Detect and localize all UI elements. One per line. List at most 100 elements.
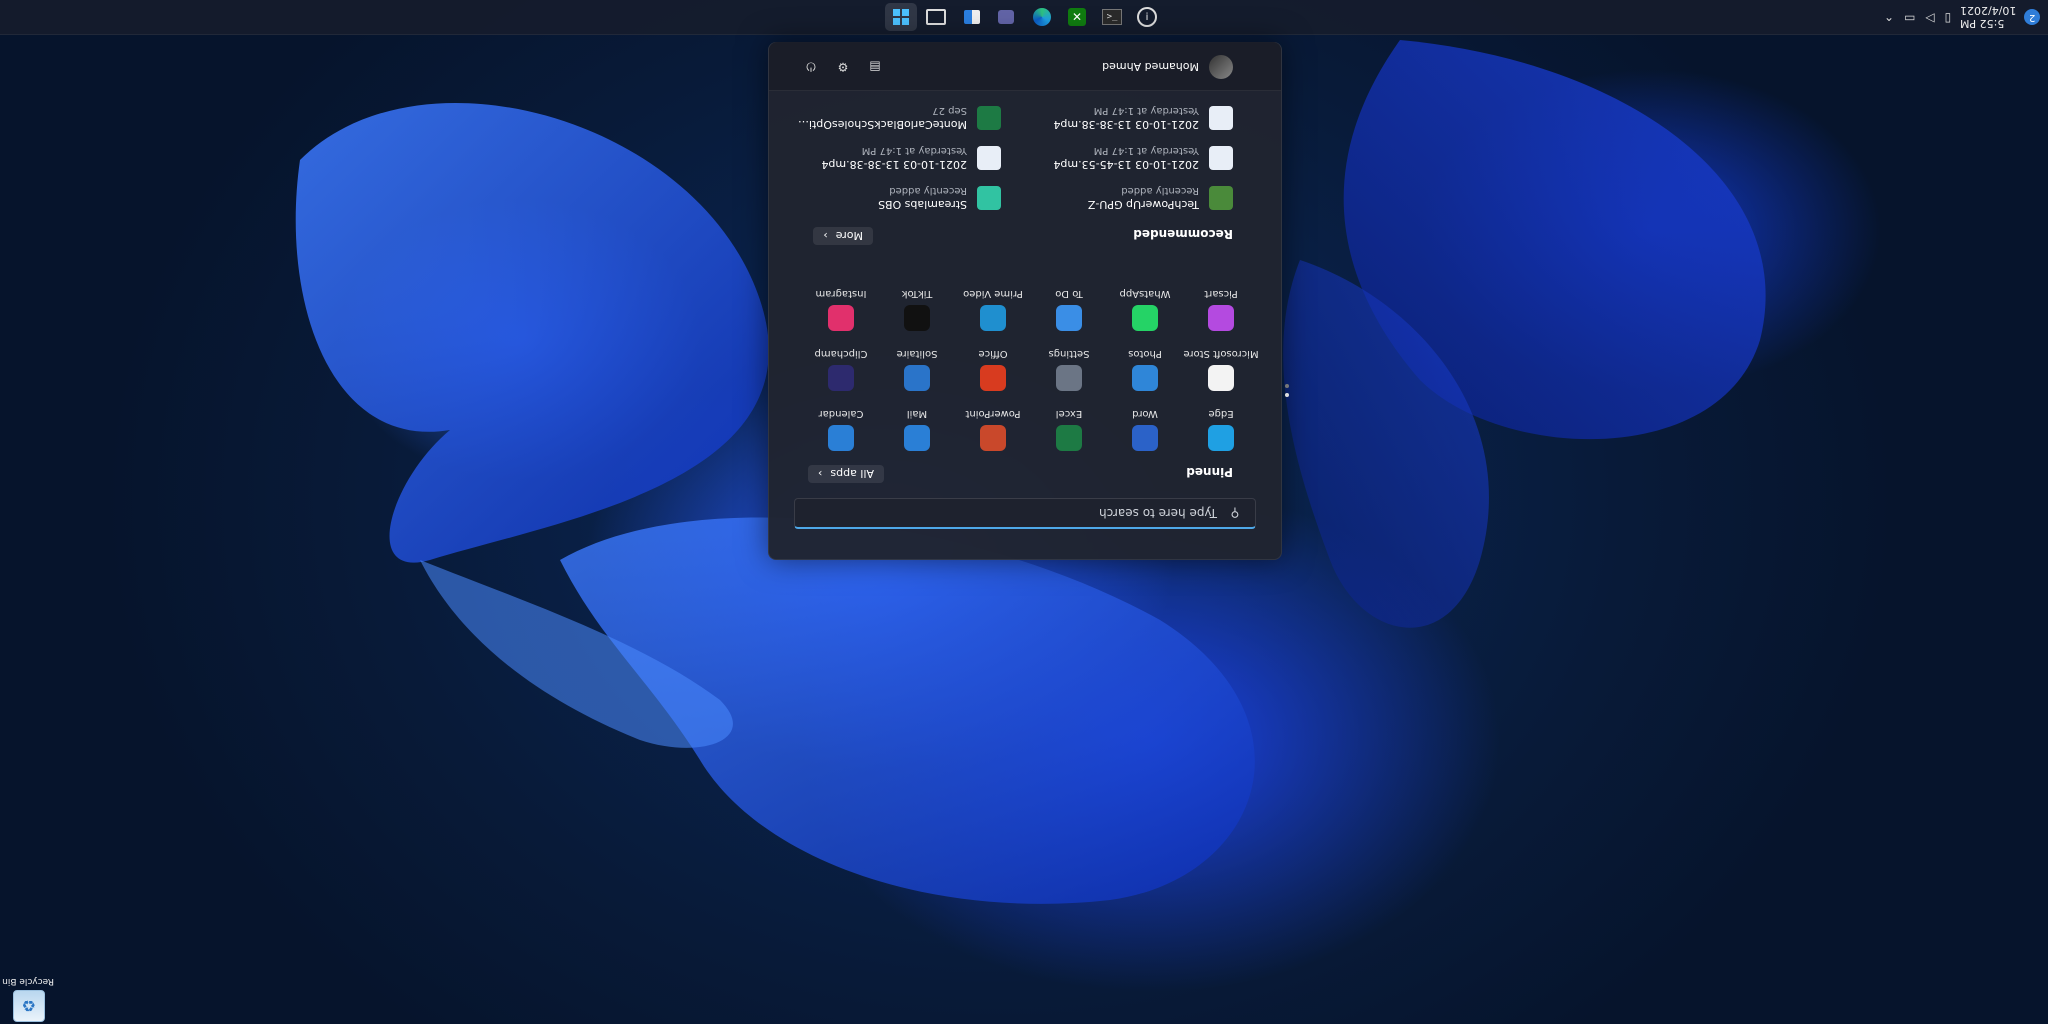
pinned-app-label: Calendar — [818, 408, 864, 419]
recycle-bin-icon: ♻ — [13, 990, 45, 1022]
pinned-app-microsoft-store[interactable]: Microsoft Store — [1183, 341, 1259, 397]
recommended-item-name: TechPowerUp GPU-Z — [1087, 198, 1199, 211]
notification-count: 2 — [2028, 11, 2036, 23]
notification-badge[interactable]: 2 — [2024, 9, 2040, 25]
start-menu: ⚲ Type here to search Pinned All apps › … — [768, 42, 1289, 560]
teams-chat-button[interactable] — [994, 5, 1018, 29]
task-view-button[interactable] — [924, 5, 948, 29]
pinned-app-mail[interactable]: Mail — [879, 401, 955, 457]
pinned-title: Pinned — [1186, 465, 1233, 479]
recycle-bin-label: Recycle Bin — [2, 976, 54, 986]
recommended-item[interactable]: Streamlabs OBS Recently added — [781, 181, 1001, 215]
pinned-app-edge[interactable]: Edge — [1183, 401, 1259, 457]
excel-icon — [1056, 425, 1082, 451]
search-placeholder: Type here to search — [1099, 506, 1217, 520]
instagram-icon — [828, 305, 854, 331]
page-indicator[interactable] — [1283, 384, 1289, 397]
more-button[interactable]: More › — [813, 227, 873, 245]
taskbar-clock[interactable]: 5:52 PM 10/4/2021 — [1960, 4, 2016, 30]
recommended-item-name: 2021-10-03 13-38-38.mp4 — [1053, 118, 1199, 131]
office-icon — [980, 365, 1006, 391]
user-account-button[interactable]: Mohamed Ahmed — [1102, 55, 1233, 79]
clipchamp-icon — [828, 365, 854, 391]
clock-date: 10/4/2021 — [1959, 4, 2016, 17]
terminal-button[interactable]: >_ — [1100, 5, 1124, 29]
info-button[interactable]: i — [1135, 5, 1159, 29]
recommended-item-subtitle: Yesterday at 1:47 PM — [1093, 105, 1199, 116]
recommended-item-name: 2021-10-03 13-45-53.mp4 — [1053, 158, 1199, 171]
recommended-item-subtitle: Recently added — [889, 185, 967, 196]
tiktok-icon — [904, 305, 930, 331]
pinned-app-settings[interactable]: Settings — [1031, 341, 1107, 397]
recommended-item[interactable]: TechPowerUp GPU-Z Recently added — [1013, 181, 1233, 215]
pinned-app-picsart[interactable]: Picsart — [1183, 281, 1259, 337]
recommended-item[interactable]: MonteCarloBlackScholesOptionPric... Sep 2… — [781, 101, 1001, 135]
document-icon: ▤ — [869, 60, 881, 74]
widgets-button[interactable] — [960, 5, 984, 29]
battery-icon[interactable]: ▯ — [1945, 10, 1952, 24]
search-input[interactable]: ⚲ Type here to search — [794, 498, 1256, 529]
solitaire-icon — [904, 365, 930, 391]
task-view-icon — [926, 9, 946, 25]
pinned-app-tiktok[interactable]: TikTok — [879, 281, 955, 337]
pinned-app-calendar[interactable]: Calendar — [803, 401, 879, 457]
pinned-app-photos[interactable]: Photos — [1107, 341, 1183, 397]
pinned-app-word[interactable]: Word — [1107, 401, 1183, 457]
recycle-bin[interactable]: ♻ Recycle Bin — [2, 966, 54, 1022]
pinned-app-label: To Do — [1055, 288, 1083, 299]
pinned-app-office[interactable]: Office — [955, 341, 1031, 397]
pinned-app-powerpoint[interactable]: PowerPoint — [955, 401, 1031, 457]
recommended-title: Recommended — [1133, 227, 1233, 241]
network-icon[interactable]: ▭ — [1904, 10, 1915, 24]
search-icon: ⚲ — [1230, 506, 1240, 520]
recommended-item-subtitle: Yesterday at 1:47 PM — [861, 145, 967, 156]
pinned-app-label: Office — [978, 348, 1008, 359]
volume-icon[interactable]: ◁ — [1925, 10, 1934, 24]
pinned-app-label: Word — [1132, 408, 1158, 419]
start-button[interactable] — [885, 3, 917, 31]
power-button[interactable]: ⏻ — [801, 57, 821, 77]
all-apps-button[interactable]: All apps › — [808, 465, 884, 483]
edge-icon — [1208, 425, 1234, 451]
pinned-app-clipchamp[interactable]: Clipchamp — [803, 341, 879, 397]
pinned-app-whatsapp[interactable]: WhatsApp — [1107, 281, 1183, 337]
pinned-app-label: Excel — [1055, 408, 1083, 419]
video-file-icon — [977, 146, 1001, 170]
recommended-item[interactable]: 2021-10-03 13-45-53.mp4 Yesterday at 1:47… — [1013, 141, 1233, 175]
streamlabs-icon — [977, 186, 1001, 210]
system-tray: ⌄ ▭ ◁ ▯ — [1884, 0, 1951, 34]
word-icon — [1132, 425, 1158, 451]
pinned-app-label: Microsoft Store — [1183, 348, 1259, 359]
teams-icon — [998, 10, 1014, 24]
recommended-item[interactable]: 2021-10-03 13-38-38.mp4 Yesterday at 1:47… — [781, 141, 1001, 175]
pinned-app-label: Prime Video — [963, 288, 1023, 299]
edge-button[interactable] — [1030, 5, 1054, 29]
pinned-app-label: WhatsApp — [1119, 288, 1171, 299]
xbox-button[interactable]: ✕ — [1065, 5, 1089, 29]
recommended-item-name: MonteCarloBlackScholesOptionPric... — [797, 118, 967, 131]
picsart-icon — [1208, 305, 1234, 331]
pinned-app-prime-video[interactable]: Prime Video — [955, 281, 1031, 337]
pinned-app-label: Mail — [906, 408, 928, 419]
video-file-icon — [1209, 146, 1233, 170]
settings-button[interactable]: ⚙ — [833, 57, 853, 77]
pinned-app-label: Edge — [1208, 408, 1234, 419]
pinned-app-label: PowerPoint — [965, 408, 1021, 419]
pinned-app-solitaire[interactable]: Solitaire — [879, 341, 955, 397]
clock-time: 5:52 PM — [1959, 17, 2004, 30]
photos-icon — [1132, 365, 1158, 391]
documents-button[interactable]: ▤ — [865, 57, 885, 77]
pinned-app-label: Clipchamp — [814, 348, 868, 359]
recommended-item-name: Streamlabs OBS — [878, 198, 967, 211]
pinned-app-to-do[interactable]: To Do — [1031, 281, 1107, 337]
recommended-item[interactable]: 2021-10-03 13-38-38.mp4 Yesterday at 1:47… — [1013, 101, 1233, 135]
chevron-down-icon[interactable]: ⌄ — [1884, 10, 1894, 24]
whatsapp-icon — [1132, 305, 1158, 331]
chevron-right-icon: › — [823, 229, 828, 243]
recommended-item-subtitle: Recently added — [1121, 185, 1199, 196]
pinned-app-instagram[interactable]: Instagram — [803, 281, 879, 337]
edge-icon — [1033, 8, 1051, 26]
pinned-app-label: TikTok — [901, 288, 933, 299]
page-dot-active — [1285, 393, 1289, 397]
pinned-app-excel[interactable]: Excel — [1031, 401, 1107, 457]
